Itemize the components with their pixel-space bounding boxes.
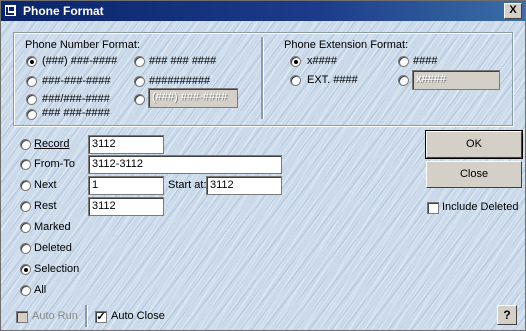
include-deleted-checkbox[interactable] bbox=[427, 202, 439, 214]
extension-format-option-3[interactable]: EXT. #### bbox=[307, 74, 358, 86]
number-format-option-5[interactable]: ### ### #### bbox=[149, 55, 216, 67]
number-format-option-2[interactable]: ###-###-#### bbox=[42, 75, 111, 87]
number-format-radio-5[interactable] bbox=[134, 56, 145, 67]
dialog-body: Phone Number Format: (###) ###-#### ###-… bbox=[1, 21, 525, 330]
from-to-field[interactable]: 3112-3112 bbox=[88, 155, 282, 174]
range-rest-label[interactable]: Rest bbox=[34, 200, 57, 212]
number-format-option-6[interactable]: ########## bbox=[149, 75, 210, 87]
number-format-custom-field[interactable]: (###) ###-#### bbox=[148, 88, 238, 108]
auto-run-label: Auto Run bbox=[32, 310, 78, 322]
extension-format-option-1[interactable]: x#### bbox=[307, 55, 337, 67]
help-button[interactable]: ? bbox=[497, 305, 517, 325]
number-format-radio-2[interactable] bbox=[26, 76, 37, 87]
number-format-radio-6[interactable] bbox=[134, 76, 145, 87]
range-record-radio[interactable] bbox=[20, 139, 31, 150]
next-count-field[interactable]: 1 bbox=[88, 176, 164, 195]
range-marked-radio[interactable] bbox=[20, 222, 31, 233]
close-button[interactable]: Close bbox=[426, 161, 522, 188]
phone-number-format-label: Phone Number Format: bbox=[25, 39, 140, 51]
window-title: Phone Format bbox=[23, 4, 104, 18]
range-from-to-label[interactable]: From-To bbox=[34, 158, 75, 170]
range-deleted-radio[interactable] bbox=[20, 243, 31, 254]
range-record-label[interactable]: Record bbox=[34, 138, 69, 150]
rest-field[interactable]: 3112 bbox=[88, 197, 164, 216]
ok-button[interactable]: OK bbox=[425, 130, 523, 159]
extension-format-radio-2[interactable] bbox=[398, 56, 409, 67]
number-format-radio-4[interactable] bbox=[26, 109, 37, 120]
format-divider bbox=[261, 37, 263, 119]
extension-format-option-2[interactable]: #### bbox=[413, 55, 437, 67]
range-next-label[interactable]: Next bbox=[34, 179, 57, 191]
extension-format-custom-field[interactable]: x#### bbox=[412, 70, 500, 90]
close-window-button[interactable]: X bbox=[504, 3, 522, 19]
phone-format-dialog: Phone Format X Phone Number Format: (###… bbox=[0, 0, 526, 331]
phone-extension-format-label: Phone Extension Format: bbox=[284, 39, 409, 51]
range-next-radio[interactable] bbox=[20, 180, 31, 191]
record-field[interactable]: 3112 bbox=[88, 135, 164, 154]
range-marked-label[interactable]: Marked bbox=[34, 221, 71, 233]
number-format-radio-custom[interactable] bbox=[134, 94, 145, 105]
extension-format-radio-custom[interactable] bbox=[398, 75, 409, 86]
range-all-label[interactable]: All bbox=[34, 284, 46, 296]
number-format-option-4[interactable]: ### ###-#### bbox=[42, 107, 110, 119]
start-at-field[interactable]: 3112 bbox=[206, 176, 282, 195]
extension-format-radio-3[interactable] bbox=[290, 75, 301, 86]
auto-run-checkbox bbox=[16, 311, 28, 323]
title-bar[interactable]: Phone Format X bbox=[1, 1, 525, 21]
app-icon bbox=[5, 5, 16, 16]
number-format-radio-3[interactable] bbox=[26, 94, 37, 105]
range-all-radio[interactable] bbox=[20, 285, 31, 296]
number-format-radio-1[interactable] bbox=[26, 56, 37, 67]
auto-close-label[interactable]: Auto Close bbox=[111, 310, 165, 322]
start-at-label: Start at: bbox=[168, 179, 207, 191]
bottom-divider bbox=[85, 305, 87, 327]
auto-close-checkbox[interactable]: ✓ bbox=[95, 311, 107, 323]
extension-format-radio-1[interactable] bbox=[290, 56, 301, 67]
number-format-option-1[interactable]: (###) ###-#### bbox=[42, 55, 117, 67]
range-deleted-label[interactable]: Deleted bbox=[34, 242, 72, 254]
range-selection-label[interactable]: Selection bbox=[34, 263, 79, 275]
range-selection-radio[interactable] bbox=[20, 264, 31, 275]
number-format-option-3[interactable]: ###/###-#### bbox=[42, 93, 110, 105]
range-from-to-radio[interactable] bbox=[20, 159, 31, 170]
include-deleted-label[interactable]: Include Deleted bbox=[442, 201, 518, 213]
range-rest-radio[interactable] bbox=[20, 201, 31, 212]
